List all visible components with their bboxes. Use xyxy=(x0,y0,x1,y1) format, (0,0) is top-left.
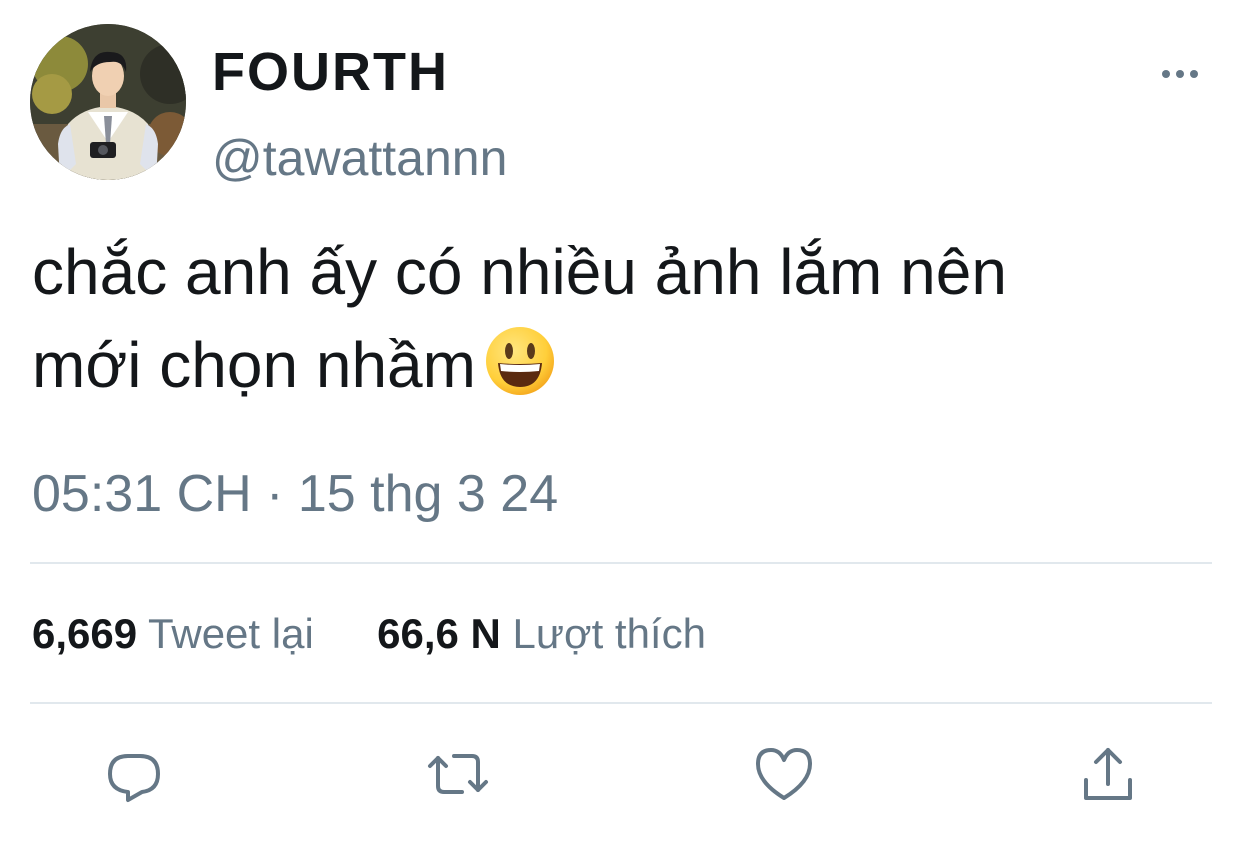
tweet-text-line-2: mới chọn nhầm xyxy=(32,319,1237,412)
likes-label: Lượt thích xyxy=(512,610,706,657)
avatar-photo xyxy=(30,24,186,180)
share-button[interactable] xyxy=(1076,742,1140,806)
divider xyxy=(30,562,1212,564)
user-handle[interactable]: @tawattannn xyxy=(212,128,507,188)
retweets-count: 6,669 xyxy=(32,610,138,657)
more-dot xyxy=(1190,70,1198,78)
retweet-button[interactable] xyxy=(426,742,490,806)
tweet-timestamp[interactable]: 05:31 CH · 15 thg 3 24 xyxy=(32,462,558,526)
tweet-text: chắc anh ấy có nhiều ảnh lắm nên mới chọ… xyxy=(32,226,1237,412)
like-button[interactable] xyxy=(752,742,816,806)
smiling-face-emoji-icon xyxy=(484,325,556,397)
tweet-stats: 6,669 Tweet lại 66,6 N Lượt thích xyxy=(32,606,706,662)
display-name[interactable]: FOURTH xyxy=(212,40,449,104)
retweet-icon xyxy=(428,754,488,794)
more-dot xyxy=(1162,70,1170,78)
reply-button[interactable] xyxy=(102,742,166,806)
more-dot xyxy=(1176,70,1184,78)
retweets-label: Tweet lại xyxy=(148,610,314,657)
more-options-icon[interactable] xyxy=(1150,56,1210,92)
likes-count: 66,6 N xyxy=(377,610,501,657)
likes-stat[interactable]: 66,6 N Lượt thích xyxy=(365,610,706,657)
share-icon xyxy=(1084,748,1132,800)
avatar[interactable] xyxy=(30,24,186,180)
reply-icon xyxy=(108,754,160,802)
tweet-text-line-1: chắc anh ấy có nhiều ảnh lắm nên xyxy=(32,236,1007,308)
divider xyxy=(30,702,1212,704)
heart-icon xyxy=(756,748,812,800)
tweet-text-line-2-text: mới chọn nhầm xyxy=(32,329,476,401)
retweets-stat[interactable]: 6,669 Tweet lại xyxy=(32,610,325,657)
